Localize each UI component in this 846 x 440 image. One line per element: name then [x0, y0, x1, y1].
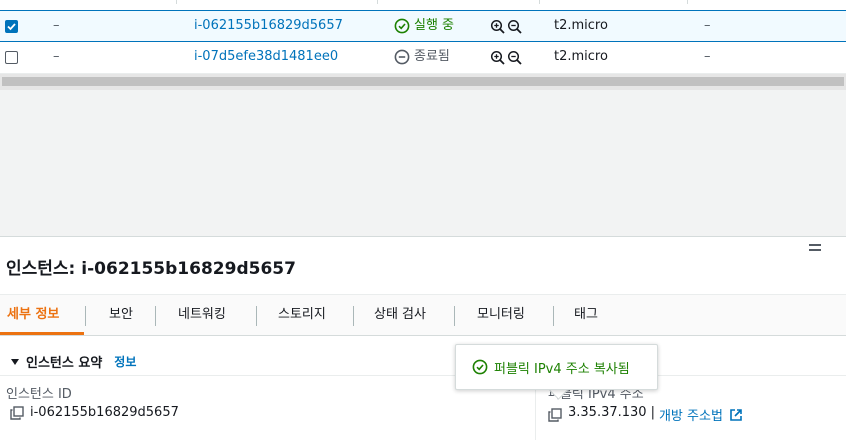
section-header[interactable]: 인스턴스 요약 정보 [10, 352, 136, 371]
tab-divider [256, 306, 257, 326]
state-label: 실행 중 [414, 18, 455, 33]
instance-id-link[interactable]: i-07d5efe38d1481ee0 [194, 42, 338, 72]
section-title: 인스턴스 요약 [26, 356, 103, 371]
instance-type: t2.micro [554, 18, 608, 33]
instance-id-label: 인스턴스 ID [6, 387, 72, 402]
row-checkbox[interactable] [5, 20, 18, 33]
column-separator [176, 0, 177, 4]
zoom-out-icon[interactable] [507, 19, 523, 35]
zoom-controls [490, 19, 523, 35]
instance-state: 실행 중 [394, 11, 454, 41]
external-link-icon[interactable] [729, 408, 743, 422]
tab-details[interactable]: 세부 정보 [7, 295, 59, 335]
column-separator [377, 0, 378, 4]
open-address-link[interactable]: 개방 주소법 [659, 405, 723, 424]
tab-networking[interactable]: 네트워킹 [178, 295, 226, 335]
tab-divider [553, 306, 554, 326]
table-row[interactable]: – i-07d5efe38d1481ee0 종료됨 t2.micro – [0, 42, 846, 74]
popover-message: 퍼블릭 IPv4 주소 복사됨 [494, 361, 630, 377]
tab-divider [353, 306, 354, 326]
horizontal-scrollbar[interactable] [0, 74, 846, 90]
active-tab-indicator [0, 332, 84, 335]
copy-icon[interactable] [548, 407, 562, 422]
table-row[interactable]: – i-062155b16829d5657 실행 중 t2.micro – [0, 10, 846, 42]
instance-name: – [53, 18, 60, 33]
table-empty-area [0, 90, 846, 237]
scrollbar-thumb[interactable] [2, 77, 844, 86]
copied-popover: 퍼블릭 IPv4 주소 복사됨 [455, 344, 658, 390]
tab-divider [85, 306, 86, 326]
instance-name: – [53, 49, 60, 64]
tab-tags[interactable]: 태그 [574, 295, 598, 335]
tab-divider [155, 306, 156, 326]
instance-id-value-row: i-062155b16829d5657 [10, 405, 179, 420]
zoom-in-icon[interactable] [490, 50, 506, 66]
zoom-controls [490, 50, 523, 66]
details-tabs: 세부 정보 보안 네트워킹 스토리지 상태 검사 모니터링 태그 [0, 294, 846, 336]
success-check-icon [394, 18, 410, 34]
zoom-out-icon[interactable] [507, 50, 523, 66]
public-ip-value-row: 3.35.37.130 | 개방 주소법 [548, 405, 743, 424]
details-title: 인스턴스: i-062155b16829d5657 [6, 259, 296, 279]
instance-id-value: i-062155b16829d5657 [30, 405, 179, 420]
tab-monitoring[interactable]: 모니터링 [477, 295, 525, 335]
column-separator [539, 0, 540, 4]
info-link[interactable]: 정보 [114, 353, 136, 370]
tab-security[interactable]: 보안 [109, 295, 133, 335]
public-ip-value: 3.35.37.130 [568, 405, 647, 420]
caret-down-icon [11, 358, 19, 365]
stopped-minus-icon [394, 49, 410, 65]
resize-handle-icon[interactable] [809, 244, 821, 251]
copy-icon[interactable] [10, 405, 24, 420]
cell-placeholder: – [704, 49, 711, 64]
instance-type: t2.micro [554, 49, 608, 64]
value-separator: | [650, 405, 655, 420]
tab-divider [454, 306, 455, 326]
instance-id-link[interactable]: i-062155b16829d5657 [194, 11, 343, 41]
tab-storage[interactable]: 스토리지 [278, 295, 326, 335]
success-check-icon [472, 359, 488, 375]
column-separator [687, 0, 688, 4]
state-label: 종료됨 [414, 49, 450, 64]
cell-placeholder: – [704, 18, 711, 33]
section-divider [0, 375, 846, 376]
zoom-in-icon[interactable] [490, 19, 506, 35]
instance-state: 종료됨 [394, 42, 450, 72]
tab-status-checks[interactable]: 상태 검사 [374, 295, 426, 335]
row-checkbox[interactable] [5, 51, 18, 64]
check-icon [7, 23, 16, 31]
